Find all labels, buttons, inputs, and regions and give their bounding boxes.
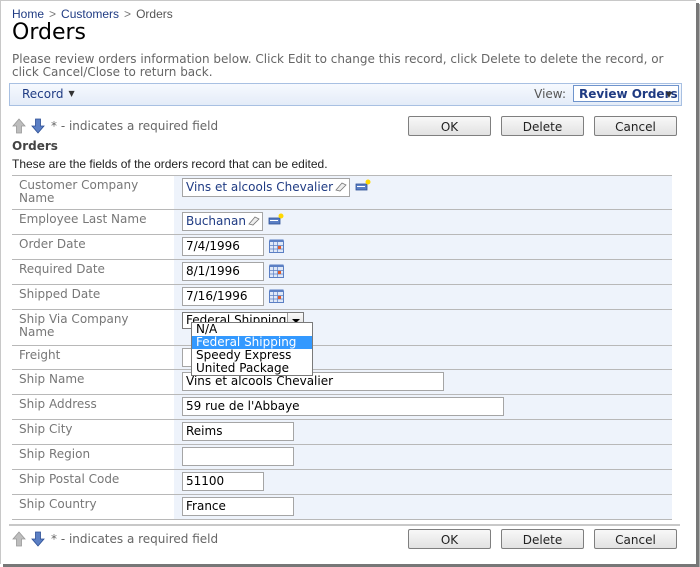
arrow-up-icon[interactable] (12, 118, 26, 134)
field-row-ship-via: Ship Via Company Name Federal Shipping (12, 310, 672, 346)
ok-button[interactable]: OK (408, 116, 491, 136)
top-nav-row: * - indicates a required field OK Delete… (12, 116, 682, 136)
section-title: Orders (12, 139, 58, 153)
new-item-icon[interactable] (355, 179, 371, 193)
field-row-order-date: Order Date 7/4/1996 (12, 235, 672, 260)
field-row-ship-city: Ship City Reims (12, 420, 672, 445)
required-field-note: * - indicates a required field (51, 119, 219, 133)
customer-lookup[interactable]: Vins et alcools Chevalier (182, 178, 351, 197)
ship-country-input[interactable]: France (182, 497, 294, 516)
action-bar: Record ▼ View: Review Orders ▼ (9, 83, 682, 106)
dropdown-option[interactable]: United Package (192, 362, 312, 375)
shipped-date-input[interactable]: 7/16/1996 (182, 287, 264, 306)
page-title: Orders (12, 20, 86, 45)
section-description: These are the fields of the orders recor… (12, 157, 328, 171)
field-label: Freight (19, 348, 61, 362)
field-row-ship-region: Ship Region (12, 445, 672, 470)
field-value: Buchanan (174, 210, 672, 234)
ship-address-input[interactable]: 59 rue de l'Abbaye (182, 397, 504, 416)
field-label: Shipped Date (19, 287, 101, 301)
view-label: View: (534, 87, 566, 101)
breadcrumb-separator: > (124, 7, 132, 21)
required-field-note: * - indicates a required field (51, 532, 219, 546)
cancel-button[interactable]: Cancel (594, 116, 677, 136)
field-row-shipped-date: Shipped Date 7/16/1996 (12, 285, 672, 310)
arrow-down-icon[interactable] (31, 118, 45, 134)
field-value (174, 445, 672, 469)
field-value: 7/4/1996 (174, 235, 672, 259)
ok-button[interactable]: OK (408, 529, 491, 549)
delete-button[interactable]: Delete (501, 529, 584, 549)
breadcrumb-home[interactable]: Home (12, 7, 44, 21)
field-row-required-date: Required Date 8/1/1996 (12, 260, 672, 285)
calendar-icon[interactable] (269, 289, 284, 303)
field-value: 7/16/1996 (174, 285, 672, 309)
calendar-icon[interactable] (269, 264, 284, 278)
field-label: Order Date (19, 237, 86, 251)
lookup-value: Vins et alcools Chevalier (186, 180, 334, 194)
bottom-divider (9, 524, 680, 526)
field-row-freight: Freight (12, 346, 672, 370)
field-value: Vins et alcools Chevalier (174, 176, 672, 209)
breadcrumb: Home > Customers > Orders (12, 7, 173, 21)
field-label: Ship Name (19, 372, 85, 386)
field-row-customer-company-name: Customer Company Name Vins et alcools Ch… (12, 176, 672, 210)
ship-region-input[interactable] (182, 447, 294, 466)
field-row-ship-postal-code: Ship Postal Code 51100 (12, 470, 672, 495)
record-menu-label: Record (22, 87, 64, 101)
field-value: 51100 (174, 470, 672, 494)
field-value: 8/1/1996 (174, 260, 672, 284)
arrow-down-icon[interactable] (31, 531, 45, 547)
calendar-icon[interactable] (269, 239, 284, 253)
caret-down-icon: ▼ (68, 89, 75, 98)
view-selector[interactable]: Review Orders ▼ (573, 85, 679, 102)
breadcrumb-current: Orders (136, 7, 173, 21)
field-row-ship-name: Ship Name Vins et alcools Chevalier (12, 370, 672, 395)
new-item-icon[interactable] (268, 213, 284, 227)
field-label: Required Date (19, 262, 105, 276)
order-date-input[interactable]: 7/4/1996 (182, 237, 264, 256)
field-row-employee-last-name: Employee Last Name Buchanan (12, 210, 672, 235)
ship-via-dropdown-list: N/A Federal Shipping Speedy Express Unit… (191, 322, 313, 376)
employee-lookup[interactable]: Buchanan (182, 212, 263, 231)
lookup-value: Buchanan (186, 214, 246, 228)
eraser-icon[interactable] (335, 182, 347, 192)
field-label: Ship Region (19, 447, 91, 461)
eraser-icon[interactable] (248, 216, 260, 226)
arrow-up-icon[interactable] (12, 531, 26, 547)
field-value: 59 rue de l'Abbaye (174, 395, 672, 419)
ship-city-input[interactable]: Reims (182, 422, 294, 441)
field-value: Reims (174, 420, 672, 444)
view-selected: Review Orders (579, 87, 678, 101)
page-description: Please review orders information below. … (12, 52, 664, 79)
field-label: Ship Country (19, 497, 97, 511)
record-menu[interactable]: Record ▼ (22, 87, 75, 101)
field-label: Ship Address (19, 397, 97, 411)
fields-table: Customer Company Name Vins et alcools Ch… (12, 175, 672, 520)
field-label: Customer Company Name (19, 178, 139, 205)
field-value: France (174, 495, 672, 519)
field-row-ship-address: Ship Address 59 rue de l'Abbaye (12, 395, 672, 420)
cancel-button[interactable]: Cancel (594, 529, 677, 549)
delete-button[interactable]: Delete (501, 116, 584, 136)
breadcrumb-separator: > (49, 7, 57, 21)
breadcrumb-customers[interactable]: Customers (61, 7, 119, 21)
field-label: Employee Last Name (19, 212, 147, 226)
required-date-input[interactable]: 8/1/1996 (182, 262, 264, 281)
field-label: Ship Postal Code (19, 472, 120, 486)
bottom-nav-row: * - indicates a required field OK Delete… (12, 529, 682, 549)
field-label: Ship City (19, 422, 73, 436)
field-row-ship-country: Ship Country France (12, 495, 672, 520)
caret-down-icon: ▼ (665, 90, 672, 99)
ship-postal-code-input[interactable]: 51100 (182, 472, 264, 491)
field-label: Ship Via Company Name (19, 312, 129, 339)
